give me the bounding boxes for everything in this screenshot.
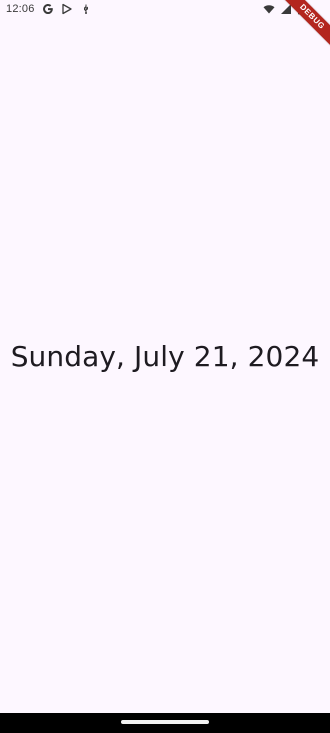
app-screen: 12:06 DEBUG Sunday, July 21, 2024 — [0, 0, 330, 733]
home-gesture-handle[interactable] — [121, 720, 209, 724]
navigation-bar — [0, 713, 330, 733]
main-content: Sunday, July 21, 2024 — [0, 0, 330, 713]
date-text: Sunday, July 21, 2024 — [10, 340, 320, 373]
